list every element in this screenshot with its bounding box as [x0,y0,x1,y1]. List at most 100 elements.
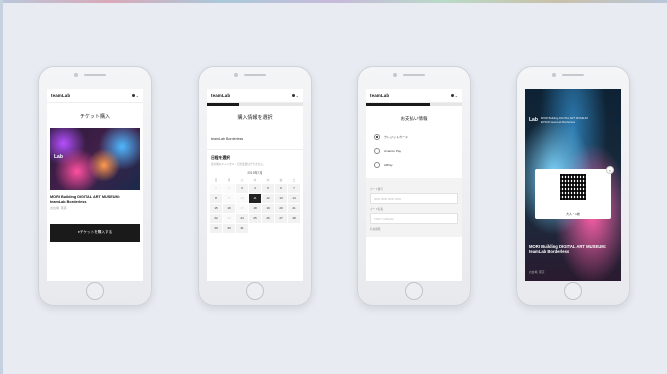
calendar-day[interactable]: 5 [262,184,274,193]
calendar-day[interactable]: 15 [210,204,222,213]
phone-select-purchase-info: teamLab ⌄ 購入情報を選択 teamLab Borderless 日程を… [198,66,312,306]
calendar-day[interactable]: 9 [223,194,235,203]
menu-icon[interactable]: ⌄ [450,93,458,98]
calendar-grid: 日 月 火 水 木 金 土 1 2 3 4 5 6 7 8 9 10 11 12… [210,177,300,233]
card-form: カード番号 0000 0000 0000 0000 カード名義 TARO YAM… [366,178,462,237]
calendar-day[interactable]: 3 [236,184,248,193]
calendar-day[interactable]: 21 [288,204,300,213]
home-button[interactable] [405,282,423,300]
event-title: MORI Building DIGITAL ART MUSEUM: teamLa… [50,195,140,205]
selected-event-row[interactable]: teamLab Borderless [207,129,303,150]
close-icon[interactable]: × [606,166,614,174]
calendar-day-selected[interactable]: 11 [249,194,261,203]
radio-icon[interactable] [374,162,380,168]
calendar-day[interactable]: 22 [210,214,222,223]
hero-logo: Lab [54,154,63,160]
speaker-icon [403,74,425,76]
qr-code [558,172,588,202]
event-location: お台場, 東京 [50,205,67,210]
brand-logo[interactable]: teamLab [370,93,389,98]
calendar-day[interactable]: 12 [262,194,274,203]
menu-icon[interactable]: ⌄ [291,93,299,98]
weekday-label: 木 [266,178,270,182]
camera-icon [74,73,78,77]
calendar-day[interactable]: 4 [249,184,261,193]
calendar-day[interactable]: 1 [210,184,222,193]
camera-icon [234,73,238,77]
weekday-label: 月 [227,178,231,182]
calendar-day[interactable]: 31 [236,224,248,233]
calendar-day[interactable]: 24 [236,214,248,223]
home-button[interactable] [564,282,582,300]
weekday-label: 水 [253,178,257,182]
calendar-day[interactable]: 6 [275,184,287,193]
camera-icon [393,73,397,77]
phone-ticket-qr: Lab MORI Building DIGITAL ART MUSEUM EPS… [516,66,630,306]
card-number-label: カード番号 [370,188,383,191]
screen-select-purchase-info: teamLab ⌄ 購入情報を選択 teamLab Borderless 日程を… [207,89,303,281]
ticket-header: Lab MORI Building DIGITAL ART MUSEUM EPS… [525,89,621,124]
calendar-day[interactable]: 23 [223,214,235,223]
phone-payment-info: teamLab ⌄ お支払い情報 クレジットカード Amazon Pay Ali… [357,66,471,306]
left-decorative-edge [0,0,3,374]
menu-icon[interactable]: ⌄ [131,93,139,98]
radio-icon[interactable] [374,148,380,154]
speaker-icon [562,74,584,76]
payment-option-alipay[interactable]: AliPay [366,158,462,172]
card-number-input[interactable]: 0000 0000 0000 0000 [370,193,458,204]
calendar-day[interactable]: 26 [262,214,274,223]
payment-option-label: Amazon Pay [384,149,402,153]
weekday-label: 土 [292,178,296,182]
payment-option-label: AliPay [384,163,393,167]
calendar-day[interactable]: 27 [275,214,287,223]
radio-selected-icon[interactable] [374,134,380,140]
payment-option-credit-card[interactable]: クレジットカード [366,130,462,144]
calendar-day[interactable]: 2 [223,184,235,193]
weekday-label: 金 [279,178,283,182]
home-button[interactable] [246,282,264,300]
weekday-label: 日 [214,178,218,182]
card-name-input[interactable]: TARO YAMADA [370,213,458,224]
ticket-type-label: 大人・1枚 [566,212,580,216]
brand-logo[interactable]: teamLab [211,93,230,98]
calendar-day[interactable]: 19 [262,204,274,213]
weekday-label: 火 [240,178,244,182]
calendar-day[interactable]: 13 [275,194,287,203]
event-hero-image: Lab [50,128,140,190]
brand-logo[interactable]: teamLab [51,93,70,98]
calendar-day[interactable]: 28 [288,214,300,223]
calendar-day[interactable]: 14 [288,194,300,203]
calendar-day[interactable]: 18 [249,204,261,213]
expiry-label: 有効期限 [370,228,381,231]
speaker-icon [84,74,106,76]
calendar-day[interactable]: 7 [288,184,300,193]
phone-ticket-purchase: teamLab ⌄ チケット購入 Lab MORI Building DIGIT… [38,66,152,306]
calendar-day[interactable]: 10 [236,194,248,203]
calendar-day[interactable]: 30 [223,224,235,233]
calendar-day[interactable]: 17 [236,204,248,213]
ticket-event-location: お台場, 東京 [529,270,545,274]
page-title: お支払い情報 [400,116,428,121]
top-decorative-strip [0,0,667,3]
ticket-header-line2: EPSON teamLab Borderless [540,120,576,124]
card-name-label: カード名義 [370,208,383,211]
app-header: teamLab ⌄ [366,89,462,103]
payment-option-label: クレジットカード [384,135,409,139]
date-section-title: 日程を選択 [211,156,230,160]
ticket-header-logo: Lab [529,117,538,123]
payment-option-amazon-pay[interactable]: Amazon Pay [366,144,462,158]
buy-ticket-button[interactable]: eチケットを購入する [50,223,140,242]
page-title: チケット購入 [79,114,110,120]
event-title-line2: teamLab Borderless [50,199,87,204]
qr-ticket-card: × 大人・1枚 [535,166,614,219]
calendar-day[interactable]: 8 [210,194,222,203]
date-section-note: 表示後のキャンセル・日付変更はできません。 [211,163,266,166]
calendar-day[interactable]: 16 [223,204,235,213]
calendar-day[interactable]: 25 [249,214,261,223]
ticket-event-title: MORI Building DIGITAL ART MUSEUM: teamLa… [529,244,607,255]
home-button[interactable] [86,282,104,300]
camera-icon [552,73,556,77]
calendar-day[interactable]: 20 [275,204,287,213]
speaker-icon [244,74,266,76]
calendar-day[interactable]: 29 [210,224,222,233]
